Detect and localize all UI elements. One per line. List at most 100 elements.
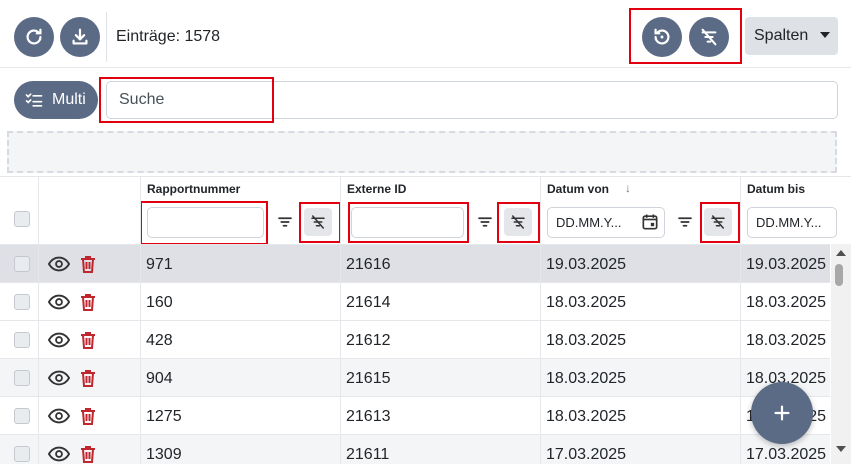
clear-all-filters-button[interactable]	[689, 17, 729, 57]
refresh-button[interactable]	[14, 17, 54, 57]
multi-select-button[interactable]: Multi	[14, 81, 98, 119]
columns-dropdown[interactable]: Spalten	[745, 17, 838, 55]
column-divider	[38, 176, 39, 464]
filter-off-icon	[511, 215, 525, 229]
column-divider	[340, 176, 341, 464]
eye-icon[interactable]	[47, 292, 71, 312]
reset-button[interactable]	[642, 17, 682, 57]
download-icon	[72, 28, 88, 45]
table-row[interactable]: 428 21612 18.03.2025 18.03.2025	[0, 320, 830, 358]
trash-icon[interactable]	[78, 406, 100, 426]
cell-externe-id: 21616	[346, 256, 391, 273]
add-button[interactable]	[751, 382, 813, 444]
column-divider	[540, 176, 541, 464]
row-checkbox[interactable]	[14, 294, 30, 310]
table-row[interactable]: 160 21614 18.03.2025 18.03.2025	[0, 282, 830, 320]
row-checkbox[interactable]	[14, 256, 30, 272]
filter-off-icon	[701, 28, 717, 46]
filter-externe-id-input[interactable]	[351, 207, 464, 238]
filter-datum-von-button[interactable]	[671, 208, 699, 236]
filter-externe-id-button[interactable]	[471, 208, 499, 236]
trash-icon[interactable]	[78, 330, 100, 350]
toolbar-separator	[0, 67, 851, 68]
filter-icon	[278, 217, 292, 227]
column-divider	[140, 176, 141, 464]
scroll-down-icon[interactable]	[836, 446, 846, 452]
column-header-datum-von[interactable]: Datum von	[547, 182, 609, 196]
clear-filter-datum-von-button[interactable]	[704, 208, 732, 236]
caret-down-icon	[820, 32, 830, 38]
scrollbar-thumb[interactable]	[835, 264, 843, 286]
entries-count: Einträge: 1578	[116, 28, 221, 45]
cell-externe-id: 21614	[346, 294, 391, 311]
trash-icon[interactable]	[78, 292, 100, 312]
search-input[interactable]	[106, 81, 838, 119]
group-drop-zone[interactable]	[7, 131, 837, 173]
cell-datum-bis: 18.03.2025	[746, 332, 827, 349]
data-table: Rapportnummer Externe ID Datum von ↓ Dat…	[0, 176, 851, 464]
filter-off-icon	[311, 215, 325, 229]
eye-icon[interactable]	[47, 254, 71, 274]
cell-datum-von: 18.03.2025	[546, 370, 627, 387]
select-all-checkbox[interactable]	[14, 211, 30, 227]
cell-externe-id: 21611	[346, 446, 390, 463]
clear-filter-externe-id-button[interactable]	[504, 208, 532, 236]
cell-rapportnummer: 1275	[146, 408, 182, 425]
eye-icon[interactable]	[47, 406, 71, 426]
filter-rapportnummer-button[interactable]	[271, 208, 299, 236]
toolbar-divider	[106, 12, 107, 62]
cell-rapportnummer: 428	[146, 332, 173, 349]
column-header-rapportnummer[interactable]: Rapportnummer	[147, 182, 240, 196]
cell-datum-von: 18.03.2025	[546, 408, 627, 425]
table-row[interactable]: 1309 21611 17.03.2025 17.03.2025	[0, 434, 830, 464]
plus-icon	[774, 405, 790, 421]
cell-datum-von: 18.03.2025	[546, 332, 627, 349]
columns-dropdown-label: Spalten	[754, 27, 809, 44]
eye-icon[interactable]	[47, 368, 71, 388]
cell-datum-von: 18.03.2025	[546, 294, 627, 311]
trash-icon[interactable]	[78, 444, 100, 464]
table-top-border	[0, 176, 851, 177]
row-checkbox[interactable]	[14, 332, 30, 348]
cell-externe-id: 21613	[346, 408, 391, 425]
cell-rapportnummer: 160	[146, 294, 173, 311]
cell-datum-bis: 17.03.2025	[746, 446, 827, 463]
calendar-icon[interactable]	[640, 212, 660, 232]
scroll-up-icon[interactable]	[836, 250, 846, 256]
filter-icon	[478, 217, 492, 227]
cell-datum-von: 19.03.2025	[546, 256, 627, 273]
sort-descending-icon[interactable]: ↓	[625, 181, 631, 195]
column-divider	[740, 176, 741, 464]
row-checkbox[interactable]	[14, 408, 30, 424]
clear-filter-rapportnummer-button[interactable]	[304, 208, 332, 236]
eye-icon[interactable]	[47, 444, 71, 464]
column-header-datum-bis[interactable]: Datum bis	[747, 182, 805, 196]
row-checkbox[interactable]	[14, 370, 30, 386]
table-row[interactable]: 971 21616 19.03.2025 19.03.2025	[0, 244, 830, 282]
cell-rapportnummer: 971	[146, 256, 173, 273]
trash-icon[interactable]	[78, 368, 100, 388]
row-checkbox[interactable]	[14, 446, 30, 462]
multi-select-label: Multi	[52, 91, 86, 108]
column-header-externe-id[interactable]: Externe ID	[347, 182, 406, 196]
trash-icon[interactable]	[78, 254, 100, 274]
cell-rapportnummer: 1309	[146, 446, 182, 463]
vertical-scrollbar[interactable]	[831, 244, 851, 464]
reset-icon	[654, 28, 670, 45]
cell-externe-id: 21615	[346, 370, 391, 387]
cell-externe-id: 21612	[346, 332, 391, 349]
filter-icon	[678, 217, 692, 227]
download-button[interactable]	[60, 17, 100, 57]
cell-datum-bis: 18.03.2025	[746, 294, 827, 311]
table-row[interactable]: 1275 21613 18.03.2025 18.03.2025	[0, 396, 830, 434]
cell-rapportnummer: 904	[146, 370, 173, 387]
checklist-icon	[25, 93, 43, 107]
refresh-icon	[26, 28, 42, 45]
filter-datum-bis-input[interactable]	[747, 207, 837, 238]
eye-icon[interactable]	[47, 330, 71, 350]
cell-datum-von: 17.03.2025	[546, 446, 627, 463]
filter-off-icon	[711, 215, 725, 229]
filter-rapportnummer-input[interactable]	[147, 207, 264, 238]
cell-datum-bis: 19.03.2025	[746, 256, 827, 273]
table-row[interactable]: 904 21615 18.03.2025 18.03.2025	[0, 358, 830, 396]
